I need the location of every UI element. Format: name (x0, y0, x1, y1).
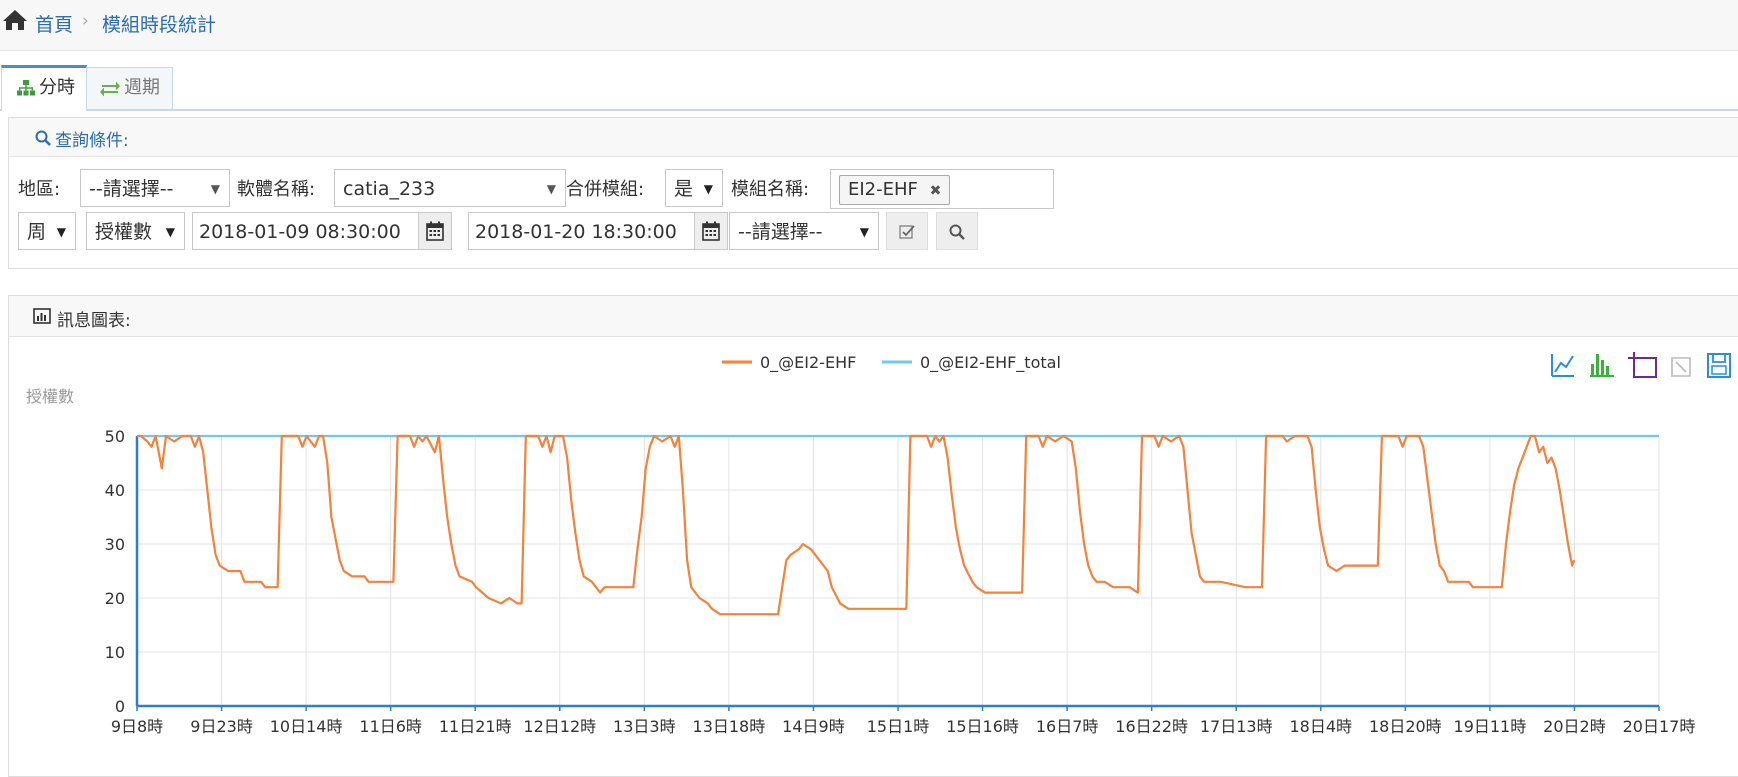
line-chart-icon[interactable] (1550, 354, 1574, 378)
series-line-ehf[interactable] (137, 434, 1576, 616)
x-tick-label: 11日6時 (359, 717, 422, 736)
merge-select[interactable]: 是 ▼ (665, 169, 723, 207)
tab-weekly[interactable]: 週期 (86, 67, 173, 109)
y-axis: 0 10 20 30 40 50 (105, 427, 139, 716)
caret-down-icon: ▼ (165, 225, 175, 239)
chart-panel-header: 訊息圖表: (9, 296, 1738, 337)
start-time-input[interactable]: 2018-01-09 08:30:00 (192, 212, 452, 250)
x-tick-label: 19日11時 (1454, 717, 1527, 736)
x-tick-label: 15日16時 (946, 717, 1019, 736)
end-calendar-button[interactable] (694, 213, 727, 249)
tab-hourly[interactable]: 分時 (1, 65, 87, 111)
sort-down-icon: ▼ (210, 182, 220, 196)
legend-label-total: 0_@EI2-EHF_total (920, 353, 1061, 373)
metric-select[interactable]: 授權數 ▼ (86, 212, 185, 250)
merge-select-value: 是 (674, 178, 694, 200)
y-tick-label: 20 (105, 589, 125, 608)
x-tick-label: 16日7時 (1036, 717, 1099, 736)
x-tick-label: 9日8時 (111, 717, 163, 736)
x-tick-label: 16日22時 (1115, 717, 1188, 736)
module-tag-label: EI2-EHF (848, 179, 918, 200)
query-panel-title: 查詢條件: (55, 131, 129, 151)
chart-grid (136, 435, 1660, 706)
caret-down-icon: ▼ (859, 225, 869, 239)
calendar-icon (426, 221, 444, 241)
extra-select[interactable]: --請選擇-- ▼ (729, 212, 879, 250)
x-tick-label: 12日12時 (523, 717, 596, 736)
tag-remove-icon[interactable]: ✖ (930, 183, 942, 199)
query-panel-header: 查詢條件: (9, 118, 1738, 157)
region-label: 地區: (18, 179, 61, 200)
tab-hourly-label: 分時 (39, 77, 75, 98)
sort-down-icon: ▼ (546, 182, 556, 196)
sitemap-icon (17, 80, 35, 96)
x-axis: 9日8時 9日23時 10日14時 11日6時 11日21時 12日12時 13日3時 13日… (111, 704, 1696, 736)
software-select-value: catia_233 (343, 178, 436, 200)
x-tick-label: 18日4時 (1290, 717, 1353, 736)
x-tick-label: 17日13時 (1200, 717, 1273, 736)
search-icon (949, 224, 965, 240)
caret-down-icon: ▼ (703, 182, 713, 196)
legend-label-ehf: 0_@EI2-EHF (760, 353, 856, 373)
merge-label: 合併模組: (566, 179, 645, 200)
module-label: 模組名稱: (731, 179, 810, 200)
select-all-button[interactable] (886, 212, 928, 250)
search-icon (35, 130, 51, 146)
y-tick-label: 30 (105, 535, 125, 554)
period-select[interactable]: 周 ▼ (18, 212, 76, 250)
x-tick-label: 20日2時 (1543, 717, 1606, 736)
end-time-value: 2018-01-20 18:30:00 (475, 221, 677, 243)
x-tick-label: 18日20時 (1369, 717, 1442, 736)
home-icon[interactable] (2, 9, 28, 31)
license-chart: 0_@EI2-EHF 0_@EI2-EHF_total 授權數 0 10 20304… (26, 352, 1731, 736)
y-tick-label: 40 (105, 481, 125, 500)
x-tick-label: 13日3時 (613, 717, 676, 736)
y-axis-label: 授權數 (26, 387, 74, 406)
extra-select-value: --請選擇-- (738, 221, 823, 243)
x-tick-label: 9日23時 (190, 717, 253, 736)
x-tick-label: 11日21時 (439, 717, 512, 736)
chart-legend: 0_@EI2-EHF 0_@EI2-EHF_total (722, 353, 1061, 373)
tab-weekly-label: 週期 (124, 77, 160, 98)
breadcrumb-current: 模組時段統計 (102, 14, 217, 36)
x-tick-label: 10日14時 (270, 717, 343, 736)
end-time-input[interactable]: 2018-01-20 18:30:00 (468, 212, 728, 250)
legend-item-total[interactable]: 0_@EI2-EHF_total (882, 353, 1061, 373)
bar-chart-icon[interactable] (1590, 354, 1614, 377)
breadcrumb: 首頁 › 模組時段統計 (0, 0, 1738, 51)
module-tag: EI2-EHF ✖ (839, 175, 951, 205)
crop-zoom-icon[interactable] (1628, 352, 1657, 378)
restore-icon[interactable] (1671, 357, 1691, 377)
legend-item-ehf[interactable]: 0_@EI2-EHF (722, 353, 856, 373)
checkbox-icon (899, 225, 915, 239)
x-tick-label: 13日18時 (693, 717, 766, 736)
query-panel: 查詢條件: 地區: --請選擇-- ▼ 軟體名稱: catia_233 ▼ 合併… (8, 117, 1738, 269)
period-select-value: 周 (27, 221, 47, 243)
x-tick-label: 14日9時 (782, 717, 845, 736)
y-tick-label: 0 (115, 697, 125, 716)
region-select-value: --請選擇-- (89, 178, 174, 200)
save-image-icon[interactable] (1707, 353, 1731, 378)
module-multiselect[interactable]: EI2-EHF ✖ (830, 169, 1054, 209)
y-tick-label: 50 (105, 427, 125, 446)
breadcrumb-home-link[interactable]: 首頁 (35, 10, 73, 37)
calendar-icon (702, 221, 720, 241)
tab-bar: 分時 週期 (0, 65, 1738, 111)
start-calendar-button[interactable] (418, 213, 451, 249)
x-tick-label: 15日1時 (867, 717, 930, 736)
region-select[interactable]: --請選擇-- ▼ (80, 169, 230, 207)
chart-toolbox (1550, 352, 1731, 378)
y-tick-label: 10 (105, 643, 125, 662)
x-tick-label: 20日17時 (1623, 717, 1696, 736)
software-label: 軟體名稱: (237, 179, 316, 200)
exchange-icon (100, 81, 120, 97)
metric-select-value: 授權數 (95, 221, 153, 243)
start-time-value: 2018-01-09 08:30:00 (199, 221, 401, 243)
chart-panel-title: 訊息圖表: (57, 311, 131, 331)
caret-down-icon: ▼ (56, 225, 66, 239)
bar-chart-icon (33, 308, 51, 324)
breadcrumb-separator: › (82, 11, 89, 31)
search-button[interactable] (936, 212, 978, 250)
software-select[interactable]: catia_233 ▼ (334, 169, 566, 207)
